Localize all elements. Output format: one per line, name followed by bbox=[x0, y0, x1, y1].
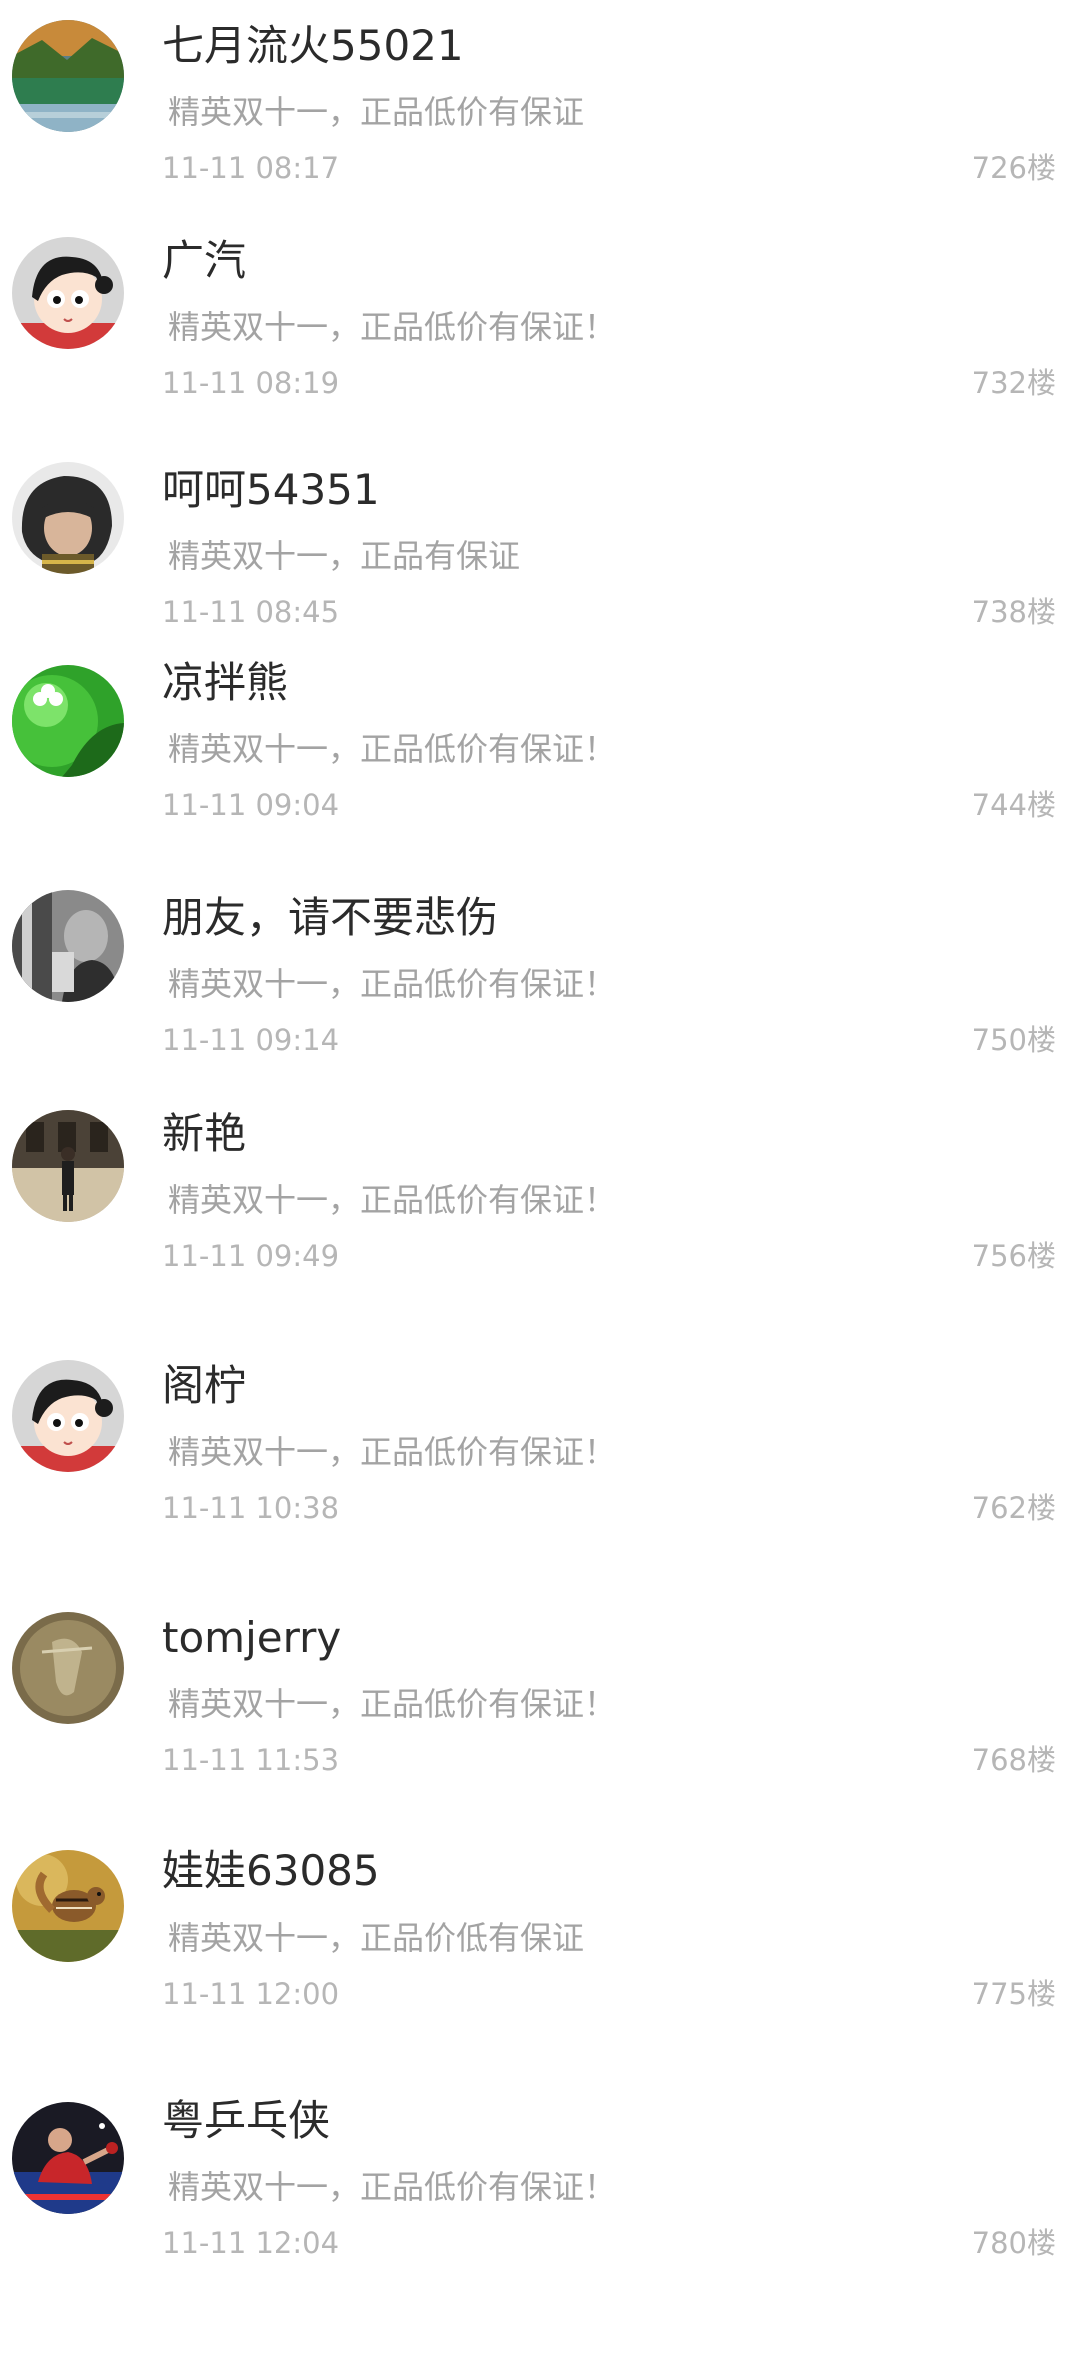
comment-time: 11-11 08:17 bbox=[162, 151, 340, 185]
comment-item[interactable]: 凉拌熊 精英双十一，正品低价有保证！ 11-11 09:04 744楼 bbox=[0, 655, 1080, 880]
comment-floor: 756楼 bbox=[971, 1239, 1056, 1273]
comment-content: 精英双十一，正品低价有保证！ bbox=[168, 730, 617, 768]
comment-list: 七月流火55021 精英双十一，正品低价有保证 11-11 08:17 726楼… bbox=[0, 0, 1080, 2380]
bw-photo-avatar-icon[interactable] bbox=[12, 890, 124, 1002]
comment-time: 11-11 08:19 bbox=[162, 366, 340, 400]
comment-username[interactable]: 广汽 bbox=[162, 235, 246, 287]
comment-content: 精英双十一，正品价低有保证 bbox=[168, 1919, 585, 1957]
comment-time: 11-11 09:04 bbox=[162, 788, 340, 822]
squirrel-photo-avatar-icon[interactable] bbox=[12, 1850, 124, 1962]
comment-item[interactable]: 娃娃63085 精英双十一，正品价低有保证 11-11 12:00 775楼 bbox=[0, 1840, 1080, 2090]
comment-username[interactable]: 朋友，请不要悲伤 bbox=[162, 892, 498, 944]
comment-time: 11-11 12:04 bbox=[162, 2226, 340, 2260]
comment-username[interactable]: 凉拌熊 bbox=[162, 657, 288, 709]
green-clover-avatar-icon[interactable] bbox=[12, 665, 124, 777]
comment-floor: 750楼 bbox=[971, 1023, 1056, 1057]
comment-time: 11-11 11:53 bbox=[162, 1743, 340, 1777]
comment-item[interactable]: 呵呵54351 精英双十一，正品有保证 11-11 08:45 738楼 bbox=[0, 445, 1080, 655]
comment-floor: 762楼 bbox=[971, 1491, 1056, 1525]
comment-username[interactable]: 呵呵54351 bbox=[162, 464, 380, 516]
comment-item[interactable]: 七月流火55021 精英双十一，正品低价有保证 11-11 08:17 726楼 bbox=[0, 0, 1080, 220]
comment-time: 11-11 08:45 bbox=[162, 595, 340, 629]
comment-content: 精英双十一，正品低价有保证！ bbox=[168, 1181, 617, 1219]
comment-time: 11-11 12:00 bbox=[162, 1977, 340, 2011]
comment-floor: 780楼 bbox=[971, 2226, 1056, 2260]
comment-content: 精英双十一，正品低价有保证！ bbox=[168, 308, 617, 346]
comment-username[interactable]: 新艳 bbox=[162, 1108, 246, 1160]
comment-content: 精英双十一，正品低价有保证 bbox=[168, 93, 585, 131]
comment-username[interactable]: 阁柠 bbox=[162, 1360, 246, 1412]
comment-content: 精英双十一，正品低价有保证！ bbox=[168, 965, 617, 1003]
cartoon-girl-avatar-icon[interactable] bbox=[12, 1360, 124, 1472]
comment-floor: 738楼 bbox=[971, 595, 1056, 629]
comment-username[interactable]: tomjerry bbox=[162, 1612, 341, 1664]
cartoon-girl-avatar-icon[interactable] bbox=[12, 237, 124, 349]
comment-floor: 768楼 bbox=[971, 1743, 1056, 1777]
building-photo-avatar-icon[interactable] bbox=[12, 1110, 124, 1222]
comment-floor: 744楼 bbox=[971, 788, 1056, 822]
comment-floor: 775楼 bbox=[971, 1977, 1056, 2011]
comment-username[interactable]: 娃娃63085 bbox=[162, 1845, 380, 1897]
comment-content: 精英双十一，正品低价有保证！ bbox=[168, 1433, 617, 1471]
comment-username[interactable]: 七月流火55021 bbox=[162, 20, 464, 72]
comment-content: 精英双十一，正品有保证 bbox=[168, 537, 521, 575]
comment-item[interactable]: tomjerry 精英双十一，正品低价有保证！ 11-11 11:53 768楼 bbox=[0, 1600, 1080, 1840]
comment-floor: 732楼 bbox=[971, 366, 1056, 400]
comment-time: 11-11 09:14 bbox=[162, 1023, 340, 1057]
comment-item[interactable]: 广汽 精英双十一，正品低价有保证！ 11-11 08:19 732楼 bbox=[0, 220, 1080, 445]
comment-item[interactable]: 朋友，请不要悲伤 精英双十一，正品低价有保证！ 11-11 09:14 750楼 bbox=[0, 880, 1080, 1100]
sepia-photo-avatar-icon[interactable] bbox=[12, 1612, 124, 1724]
pingpong-photo-avatar-icon[interactable] bbox=[12, 2102, 124, 2214]
comment-username[interactable]: 粤乒乓侠 bbox=[162, 2095, 330, 2147]
comment-content: 精英双十一，正品低价有保证！ bbox=[168, 2168, 617, 2206]
comment-item[interactable]: 新艳 精英双十一，正品低价有保证！ 11-11 09:49 756楼 bbox=[0, 1100, 1080, 1350]
comment-item[interactable]: 阁柠 精英双十一，正品低价有保证！ 11-11 10:38 762楼 bbox=[0, 1350, 1080, 1600]
child-photo-avatar-icon[interactable] bbox=[12, 462, 124, 574]
landscape-avatar-icon[interactable] bbox=[12, 20, 124, 132]
comment-floor: 726楼 bbox=[971, 151, 1056, 185]
comment-time: 11-11 10:38 bbox=[162, 1491, 340, 1525]
comment-content: 精英双十一，正品低价有保证！ bbox=[168, 1685, 617, 1723]
comment-item[interactable]: 粤乒乓侠 精英双十一，正品低价有保证！ 11-11 12:04 780楼 bbox=[0, 2090, 1080, 2350]
comment-time: 11-11 09:49 bbox=[162, 1239, 340, 1273]
